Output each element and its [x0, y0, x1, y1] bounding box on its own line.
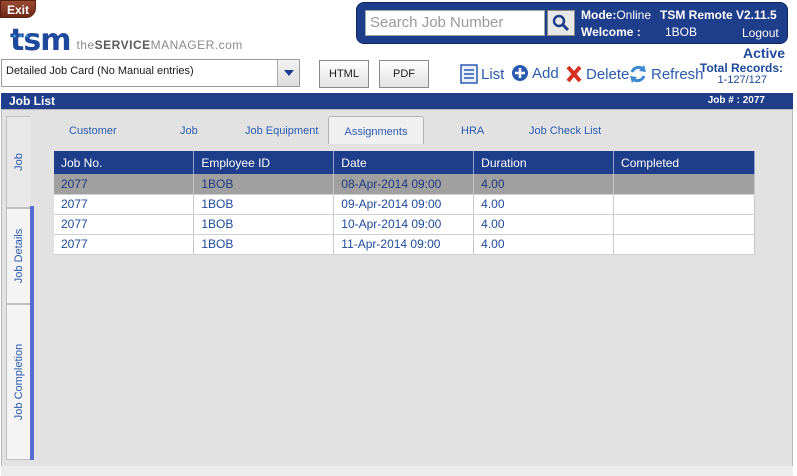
table-cell: 08-Apr-2014 09:00 [333, 174, 475, 195]
report-select-value: Detailed Job Card (No Manual entries) [6, 65, 194, 77]
table-cell: 4.00 [473, 194, 615, 215]
side-tab-job-details[interactable]: Job Details [6, 208, 30, 304]
table-cell: 1BOB [193, 174, 335, 195]
table-cell [613, 234, 755, 255]
table-cell [613, 174, 755, 195]
refresh-icon [630, 65, 646, 83]
side-tab-job-details-label: Job Details [12, 228, 25, 284]
refresh-button[interactable]: Refresh [628, 64, 704, 84]
logo-dots-icon: ••• [12, 32, 31, 41]
add-button[interactable]: Add [511, 64, 559, 82]
table-row[interactable]: 2077 1BOB 11-Apr-2014 09:00 4.00 [54, 234, 755, 255]
add-icon [512, 65, 528, 81]
table-cell: 2077 [54, 194, 195, 215]
list-label: List [481, 65, 505, 83]
job-list-bar: Job List Job # : 2077 [1, 93, 793, 109]
frame-bottom [1, 466, 793, 476]
table-cell: 11-Apr-2014 09:00 [333, 234, 475, 255]
side-rail [30, 206, 34, 460]
table-cell: 1BOB [193, 194, 335, 215]
job-list-title: Job List [9, 94, 56, 108]
chevron-down-icon[interactable] [277, 60, 299, 86]
search-input[interactable]: Search Job Number [365, 10, 545, 36]
column-header[interactable]: Job No. [54, 151, 195, 174]
delete-button[interactable]: Delete [565, 64, 629, 84]
logo-sub-suffix: MANAGER.com [150, 38, 243, 52]
pdf-button[interactable]: PDF [379, 60, 429, 88]
logo-main: ••• tsm [10, 26, 71, 56]
logo: ••• tsm theSERVICEMANAGER.com [10, 16, 266, 56]
welcome-user: 1BOB [665, 25, 698, 39]
search-button[interactable] [547, 10, 575, 36]
mode-label: Mode: [581, 8, 617, 22]
mode-value: Online [616, 8, 652, 22]
side-tab-job-completion[interactable]: Job Completion [6, 304, 30, 460]
logo-sub-prefix: the [76, 38, 95, 52]
tabs-row: Customer Job Job Equipment Assignments H… [36, 116, 786, 144]
table-cell [613, 214, 755, 235]
top-panel: Search Job Number Mode:Online TSM Remote… [356, 2, 788, 44]
list-icon [460, 64, 478, 84]
records-value: 1-127/127 [717, 74, 767, 86]
status-badge: Active [742, 45, 785, 61]
table-cell [613, 194, 755, 215]
column-header[interactable]: Employee ID [193, 151, 335, 174]
tab-job-check-list[interactable]: Job Check List [529, 116, 601, 142]
table-cell: 2077 [54, 234, 195, 255]
records-label: Total Records: [699, 61, 783, 75]
column-header[interactable]: Completed [613, 151, 755, 174]
table-cell: 4.00 [473, 214, 615, 235]
table-row[interactable]: 2077 1BOB 10-Apr-2014 09:00 4.00 [54, 214, 755, 235]
tab-assignments[interactable]: Assignments [328, 116, 424, 144]
delete-label: Delete [586, 65, 630, 83]
app-name: TSM Remote V2.11.5 [660, 8, 777, 22]
side-tab-job[interactable]: Job [6, 116, 30, 208]
tab-hra[interactable]: HRA [461, 116, 484, 142]
table-cell: 2077 [54, 214, 195, 235]
tab-job[interactable]: Job [180, 116, 198, 142]
side-tab-job-completion-label: Job Completion [12, 343, 25, 421]
welcome-label: Welcome : [581, 25, 641, 39]
table-cell: 09-Apr-2014 09:00 [333, 194, 475, 215]
table-cell: 4.00 [473, 174, 615, 195]
add-label: Add [532, 64, 559, 82]
table-row[interactable]: 2077 1BOB 08-Apr-2014 09:00 4.00 [54, 174, 755, 195]
job-number-value: 2077 [742, 95, 765, 106]
search-icon [552, 14, 570, 32]
mode-indicator: Mode:Online [581, 8, 651, 22]
table-cell: 1BOB [193, 234, 335, 255]
table-cell: 1BOB [193, 214, 335, 235]
side-tab-job-label: Job [12, 153, 25, 171]
tab-customer[interactable]: Customer [69, 116, 117, 142]
tab-job-equipment[interactable]: Job Equipment [245, 116, 318, 142]
job-number-label: Job # : [707, 95, 740, 106]
logout-link[interactable]: Logout [742, 26, 779, 40]
logo-subtitle: theSERVICEMANAGER.com [76, 38, 242, 52]
table-cell: 10-Apr-2014 09:00 [333, 214, 475, 235]
column-header[interactable]: Date [333, 151, 475, 174]
job-number-indicator: Job # : 2077 [708, 93, 765, 109]
assignments-table: Job No. Employee ID Date Duration Comple… [54, 151, 755, 255]
refresh-label: Refresh [651, 65, 704, 83]
table-header-row: Job No. Employee ID Date Duration Comple… [54, 151, 755, 174]
list-button[interactable]: List [460, 64, 504, 84]
table-cell: 2077 [54, 174, 195, 195]
column-header[interactable]: Duration [473, 151, 615, 174]
table-cell: 4.00 [473, 234, 615, 255]
table-row[interactable]: 2077 1BOB 09-Apr-2014 09:00 4.00 [54, 194, 755, 215]
report-select[interactable]: Detailed Job Card (No Manual entries) [1, 59, 300, 87]
delete-icon [566, 65, 582, 83]
html-button[interactable]: HTML [319, 60, 369, 88]
logo-sub-bold: SERVICE [94, 38, 151, 52]
